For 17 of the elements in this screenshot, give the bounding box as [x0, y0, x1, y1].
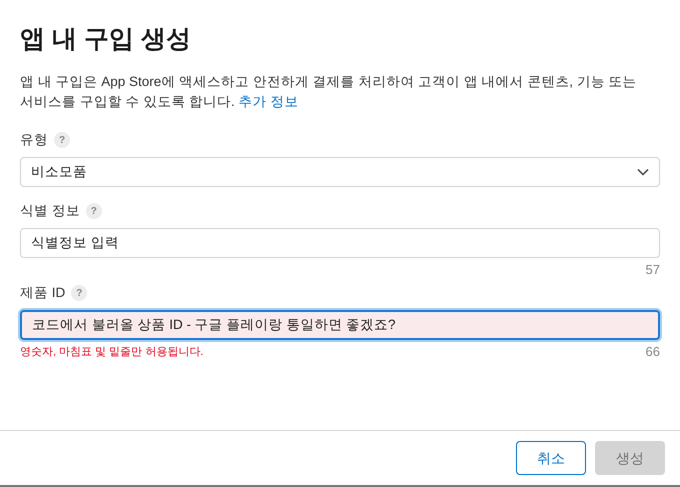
help-icon[interactable]: ? [54, 132, 70, 148]
field-label: 식별 정보 [20, 202, 80, 220]
text-field[interactable]: 식별정보 입력 [20, 228, 660, 258]
dialog-title: 앱 내 구입 생성 [20, 24, 192, 55]
help-icon[interactable]: ? [71, 285, 88, 301]
type-dropdown[interactable]: 비소모품 [20, 157, 660, 187]
text-field[interactable]: 코드에서 불러올 상품 ID - 구글 플레이랑 통일하면 좋겠죠? [20, 310, 660, 340]
cancel-button[interactable]: 취소 [516, 441, 586, 475]
field-label: 유형 [20, 130, 48, 149]
character-count: 66 [646, 343, 660, 362]
character-count: 57 [646, 261, 660, 280]
description-text: 앱 내 구입은 App Store에 액세스하고 안전하게 결제를 처리하여 고객이 앱 내에서 콘텐츠, 기능 또는 서비스를 구입할 수 있도록 합니다. 추가 정보 [20, 73, 638, 111]
help-icon[interactable]: ? [86, 203, 102, 219]
field-label: 제품 ID [20, 284, 66, 302]
chevron-down-icon [637, 168, 649, 176]
more-info-link[interactable]: 추가 정보 [238, 94, 298, 109]
error-message: 영숫자, 마침표 및 밑줄만 허용됩니다. [20, 344, 204, 360]
